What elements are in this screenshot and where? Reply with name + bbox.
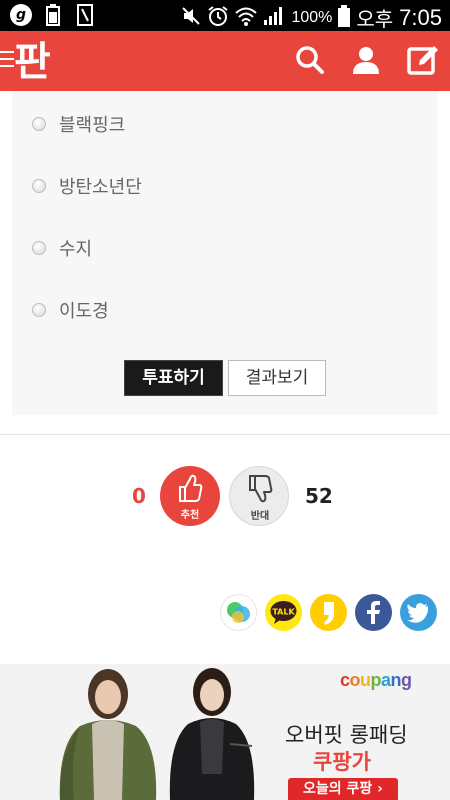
radio-button[interactable] <box>32 117 46 131</box>
kakaostory-icon[interactable] <box>310 594 347 631</box>
coupang-logo: coupang <box>340 670 412 690</box>
ad-highlight: 쿠팡가 <box>313 750 371 774</box>
recommend-count: 0 <box>132 484 146 508</box>
radio-button[interactable] <box>32 241 46 255</box>
divider <box>0 434 450 435</box>
clock-time: 7:05 <box>399 4 442 30</box>
battery-small-icon <box>42 4 64 26</box>
coupang-ad-banner[interactable]: coupang 오버핏 롱패딩 쿠팡가 오늘의 쿠팡 › <box>0 664 450 800</box>
poll-option[interactable]: 방탄소년단 <box>32 171 142 201</box>
poll-option-label: 이도경 <box>59 301 109 322</box>
kakaotalk-icon[interactable]: TALK <box>265 594 302 631</box>
oppose-label: 반대 <box>250 511 270 522</box>
wifi-icon <box>235 6 258 30</box>
battery-percent: 100% <box>291 8 333 26</box>
app-bar: 판 <box>0 31 450 91</box>
clock-ampm: 오후 <box>356 7 394 31</box>
mute-icon <box>181 6 201 30</box>
poll-option[interactable]: 수지 <box>32 233 92 263</box>
poll-option-label: 수지 <box>59 239 93 260</box>
radio-button[interactable] <box>32 179 46 193</box>
svg-text:판: 판 <box>14 39 51 83</box>
band-icon[interactable] <box>220 594 257 631</box>
signal-icon <box>263 6 285 30</box>
view-results-button[interactable]: 결과보기 <box>228 360 326 396</box>
radio-button[interactable] <box>32 303 46 317</box>
pann-logo[interactable]: 판 <box>14 37 56 85</box>
poll-option-label: 방탄소년단 <box>59 177 142 198</box>
poll-card: 블랙핑크 방탄소년단 수지 이도경 투표하기 결과보기 <box>12 91 438 415</box>
ad-headline: 오버핏 롱패딩 <box>285 723 408 747</box>
ad-cta-button[interactable]: 오늘의 쿠팡 › <box>288 778 398 800</box>
twitter-icon[interactable] <box>400 594 437 631</box>
ad-models-image <box>59 668 255 800</box>
g-app-icon: g <box>10 4 32 26</box>
poll-option[interactable]: 이도경 <box>32 295 109 325</box>
poll-option[interactable]: 블랙핑크 <box>32 109 125 139</box>
facebook-icon[interactable] <box>355 594 392 631</box>
oppose-count: 52 <box>305 484 333 508</box>
battery-icon <box>338 4 351 31</box>
poll-option-label: 블랙핑크 <box>59 115 126 136</box>
alarm-icon <box>207 5 229 31</box>
recommend-label: 추천 <box>180 510 200 521</box>
menu-icon[interactable] <box>0 51 14 69</box>
user-icon[interactable] <box>351 45 381 75</box>
write-icon[interactable] <box>407 45 438 75</box>
vote-button[interactable]: 투표하기 <box>124 360 223 396</box>
status-bar: g 100% 오후 7:05 <box>0 0 450 31</box>
recommend-button[interactable]: 추천 <box>160 466 220 526</box>
search-icon[interactable] <box>295 45 325 75</box>
phone-outline-icon <box>74 4 96 26</box>
svg-text:TALK: TALK <box>272 608 295 617</box>
thumbs-down-icon <box>249 475 273 503</box>
thumbs-up-icon <box>179 474 203 502</box>
oppose-button[interactable]: 반대 <box>229 466 289 526</box>
